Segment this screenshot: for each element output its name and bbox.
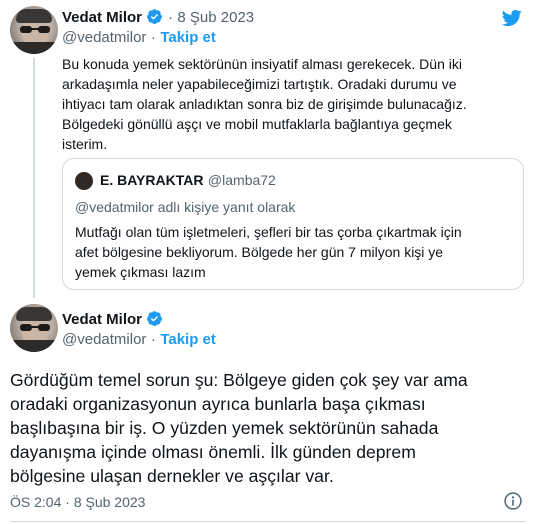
tweet1-header: Vedat Milor · 8 Şub 2023 — [62, 8, 254, 27]
separator: · — [167, 9, 173, 26]
text-line: arkadaşımla neler yapabileceğimizi tartı… — [62, 76, 457, 92]
separator: · — [150, 29, 156, 46]
info-icon[interactable] — [503, 491, 523, 511]
author-handle[interactable]: @vedatmilor — [62, 29, 146, 46]
author-name[interactable]: Vedat Milor — [62, 9, 142, 26]
text-line: dayanışma içinde olması önemli. İlk günd… — [10, 442, 416, 462]
tweet1-subheader: @vedatmilor · Takip et — [62, 29, 216, 47]
quote-header: E. BAYRAKTAR @lamba72 — [100, 172, 276, 190]
quote-text: Mutfağı olan tüm işletmeleri, şefleri bi… — [75, 222, 515, 282]
tweet-time: ÖS 2:04 — [10, 494, 62, 510]
avatar[interactable] — [10, 6, 58, 54]
tweet2-text: Gördüğüm temel sorun şu: Bölgeye giden ç… — [10, 368, 526, 488]
verified-badge-icon — [147, 311, 163, 327]
tweet1-text: Bu konuda yemek sektörünün insiyatif alm… — [62, 54, 524, 154]
follow-button[interactable]: Takip et — [160, 331, 216, 348]
twitter-bird-icon[interactable] — [500, 8, 524, 28]
tweet-date[interactable]: 8 Şub 2023 — [177, 9, 254, 26]
quote-author-name: E. BAYRAKTAR — [100, 172, 204, 188]
quoted-tweet[interactable]: E. BAYRAKTAR @lamba72 @vedatmilor adlı k… — [62, 158, 524, 290]
text-line: Bölgedeki gönüllü aşçı ve mobil mutfakla… — [62, 116, 452, 132]
bottom-divider — [10, 521, 526, 522]
text-line: oradaki organizasyonun ayrıca bunlarla b… — [10, 394, 426, 414]
tweet-timestamp[interactable]: ÖS 2:04 · 8 Şub 2023 — [10, 494, 145, 510]
verified-badge-icon — [147, 9, 163, 25]
author-name[interactable]: Vedat Milor — [62, 311, 142, 328]
text-line: yemek çıkması lazım — [75, 264, 206, 280]
quote-avatar — [75, 172, 93, 190]
follow-button[interactable]: Takip et — [160, 29, 216, 46]
tweet2-subheader: @vedatmilor · Takip et — [62, 331, 216, 349]
text-line: Gördüğüm temel sorun şu: Bölgeye giden ç… — [10, 370, 468, 390]
text-line: isterim. — [62, 136, 108, 152]
separator: · — [65, 494, 70, 510]
text-line: bölgesine ulaşan dernekler ve aşçılar va… — [10, 466, 334, 486]
author-handle[interactable]: @vedatmilor — [62, 331, 146, 348]
separator: · — [150, 331, 156, 348]
text-line: afet bölgesine bekliyorum. Bölgede her g… — [75, 244, 444, 260]
reply-context: @vedatmilor adlı kişiye yanıt olarak — [75, 199, 296, 215]
text-line: Mutfağı olan tüm işletmeleri, şefleri bi… — [75, 224, 462, 240]
quote-author-handle: @lamba72 — [207, 172, 276, 188]
thread-line — [33, 58, 35, 298]
avatar[interactable] — [10, 304, 58, 352]
tweet-date: 8 Şub 2023 — [73, 494, 146, 510]
text-line: ihtiyacı tam olarak anladıktan sonra biz… — [62, 96, 467, 112]
text-line: Bu konuda yemek sektörünün insiyatif alm… — [62, 56, 462, 72]
tweet2-header: Vedat Milor — [62, 310, 163, 329]
text-line: başlıbaşına bir iş. O yüzden yemek sektö… — [10, 418, 439, 438]
